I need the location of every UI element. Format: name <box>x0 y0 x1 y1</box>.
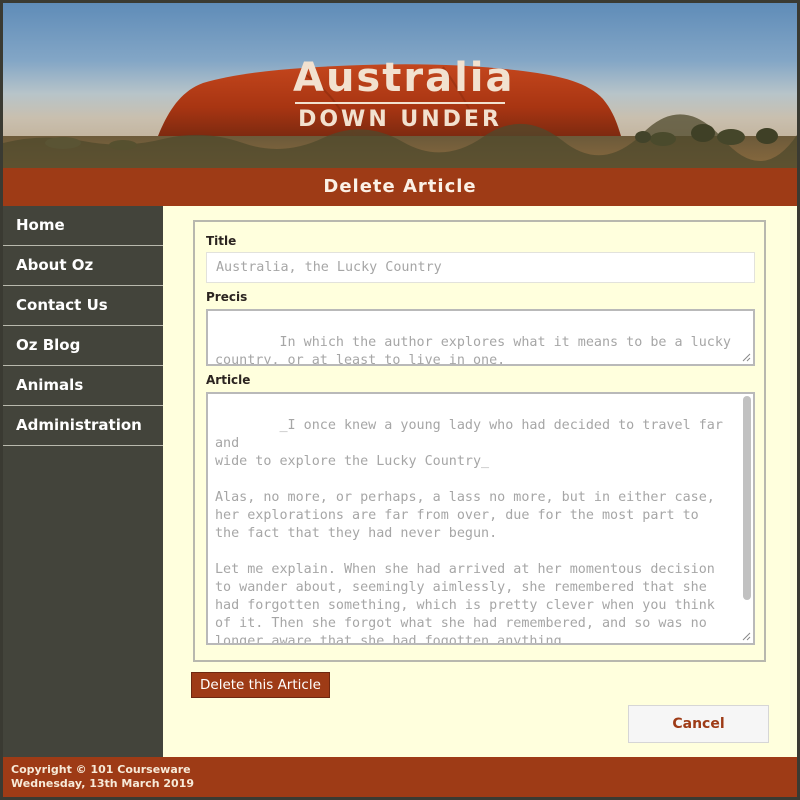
sidebar-item-oz-blog[interactable]: Oz Blog <box>3 326 163 366</box>
precis-textarea[interactable]: In which the author explores what it mea… <box>206 309 755 366</box>
page-frame: Australia DOWN UNDER Delete Article Home… <box>3 3 797 797</box>
sidebar-item-about-oz[interactable]: About Oz <box>3 246 163 286</box>
title-label: Title <box>206 234 237 248</box>
article-textarea[interactable]: _I once knew a young lady who had decide… <box>206 392 755 645</box>
sidebar-nav: Home About Oz Contact Us Oz Blog Animals… <box>3 206 163 757</box>
resize-grip-icon[interactable] <box>741 631 751 641</box>
article-text: _I once knew a young lady who had decide… <box>215 418 723 645</box>
banner-subtitle: DOWN UNDER <box>298 107 502 132</box>
cancel-button[interactable]: Cancel <box>628 705 769 743</box>
title-field[interactable]: Australia, the Lucky Country <box>206 252 755 283</box>
precis-text: In which the author explores what it mea… <box>215 335 731 366</box>
main-content: Title Australia, the Lucky Country Preci… <box>163 206 797 757</box>
article-label: Article <box>206 373 251 387</box>
precis-label: Precis <box>206 290 248 304</box>
banner-title: Australia <box>293 55 515 101</box>
banner-divider <box>295 102 505 104</box>
page-title: Delete Article <box>3 168 797 206</box>
sidebar-item-administration[interactable]: Administration <box>3 406 163 446</box>
banner: Australia DOWN UNDER <box>3 3 797 168</box>
footer-copyright: Copyright © 101 Courseware <box>11 763 191 776</box>
sidebar-item-home[interactable]: Home <box>3 206 163 246</box>
sidebar-item-animals[interactable]: Animals <box>3 366 163 406</box>
sidebar-item-contact-us[interactable]: Contact Us <box>3 286 163 326</box>
article-scrollbar[interactable] <box>743 396 751 600</box>
resize-grip-icon[interactable] <box>741 352 751 362</box>
footer-date: Wednesday, 13th March 2019 <box>11 777 195 790</box>
article-form: Title Australia, the Lucky Country Preci… <box>193 220 766 662</box>
footer: Copyright © 101 Courseware Wednesday, 13… <box>3 757 797 797</box>
delete-article-button[interactable]: Delete this Article <box>191 672 330 698</box>
